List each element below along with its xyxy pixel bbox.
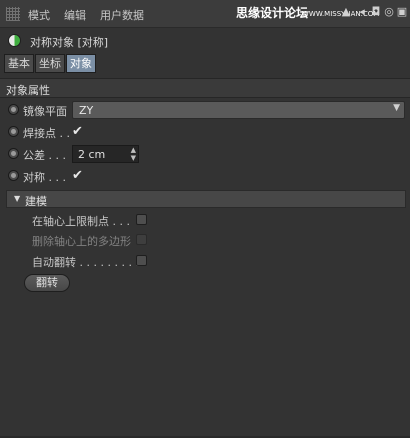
menu-mode[interactable]: 模式 bbox=[28, 7, 50, 23]
section-title: 对象属性 bbox=[6, 84, 50, 97]
tab-coord[interactable]: 坐标 bbox=[35, 54, 65, 73]
menu-user-data[interactable]: 用户数据 bbox=[100, 7, 144, 23]
animate-radio-icon[interactable] bbox=[8, 104, 19, 115]
stepper-arrows-icon[interactable]: ▲ ▼ bbox=[131, 146, 136, 162]
tab-object[interactable]: 对象 bbox=[66, 54, 96, 73]
attribute-tabs: 基本 坐标 对象 bbox=[4, 54, 97, 73]
delete-polygons-label: 删除轴心上的多边形 bbox=[32, 235, 131, 248]
limit-points-checkbox[interactable] bbox=[136, 214, 147, 225]
pointer-icon[interactable]: ▲ bbox=[340, 6, 352, 18]
symmetry-label: 对称 . . . bbox=[23, 171, 66, 184]
chevron-down-icon: ▼ bbox=[393, 103, 400, 113]
mirror-plane-select[interactable]: ZY ▼ bbox=[72, 101, 405, 119]
object-header: 对称对象 [对称] bbox=[0, 28, 410, 54]
animate-radio-icon[interactable] bbox=[8, 170, 19, 181]
weld-row: 焊接点 . . ✔ bbox=[0, 122, 410, 144]
object-title: 对称对象 [对称] bbox=[30, 36, 109, 49]
target-icon[interactable]: ◎ bbox=[383, 6, 395, 18]
limit-points-label: 在轴心上限制点 . . . bbox=[32, 215, 130, 228]
tolerance-label: 公差 . . . bbox=[23, 149, 66, 162]
symmetry-checkbox[interactable]: ✔ bbox=[72, 168, 83, 183]
mirror-plane-label: 镜像平面 bbox=[23, 105, 67, 118]
tolerance-row: 公差 . . . 2 cm ▲ ▼ bbox=[0, 144, 410, 166]
lock-icon[interactable]: ◘ bbox=[370, 6, 382, 18]
back-icon[interactable]: ◂ bbox=[356, 6, 368, 18]
collapse-arrow-icon: ▼ bbox=[14, 194, 21, 203]
modeling-group-title: 建模 bbox=[25, 195, 47, 208]
section-object-properties: 对象属性 bbox=[0, 78, 410, 98]
animate-radio-icon[interactable] bbox=[8, 148, 19, 159]
weld-checkbox[interactable]: ✔ bbox=[72, 124, 83, 139]
drag-grip-icon[interactable] bbox=[6, 7, 20, 21]
animate-radio-icon[interactable] bbox=[8, 126, 19, 137]
tolerance-value: 2 cm bbox=[78, 148, 106, 161]
symmetry-row: 对称 . . . ✔ bbox=[0, 166, 410, 188]
weld-label: 焊接点 . . bbox=[23, 127, 70, 140]
modeling-group-header[interactable]: ▼ 建模 bbox=[6, 190, 406, 208]
limit-points-row: 在轴心上限制点 . . . bbox=[0, 210, 410, 230]
delete-polygons-checkbox[interactable] bbox=[136, 234, 147, 245]
mirror-plane-value: ZY bbox=[79, 104, 94, 117]
menu-edit[interactable]: 编辑 bbox=[64, 7, 86, 23]
auto-flip-label: 自动翻转 . . . . . . . . . bbox=[32, 256, 139, 269]
watermark-text: 思缘设计论坛 bbox=[236, 6, 309, 20]
tolerance-stepper[interactable]: 2 cm ▲ ▼ bbox=[72, 145, 139, 163]
mirror-plane-row: 镜像平面 ZY ▼ bbox=[0, 100, 410, 122]
new-panel-icon[interactable]: ▣ bbox=[396, 6, 408, 18]
menu-bar: 模式 编辑 用户数据 思缘设计论坛 WWW.MISSYUAN.COM ▲ ◂ ◘… bbox=[0, 0, 410, 28]
flip-button[interactable]: 翻转 bbox=[24, 274, 70, 292]
symmetry-object-icon bbox=[8, 34, 21, 47]
delete-polygons-row: 删除轴心上的多边形 bbox=[0, 230, 410, 250]
auto-flip-row: 自动翻转 . . . . . . . . . bbox=[0, 251, 410, 271]
auto-flip-checkbox[interactable] bbox=[136, 255, 147, 266]
tab-basic[interactable]: 基本 bbox=[4, 54, 34, 73]
